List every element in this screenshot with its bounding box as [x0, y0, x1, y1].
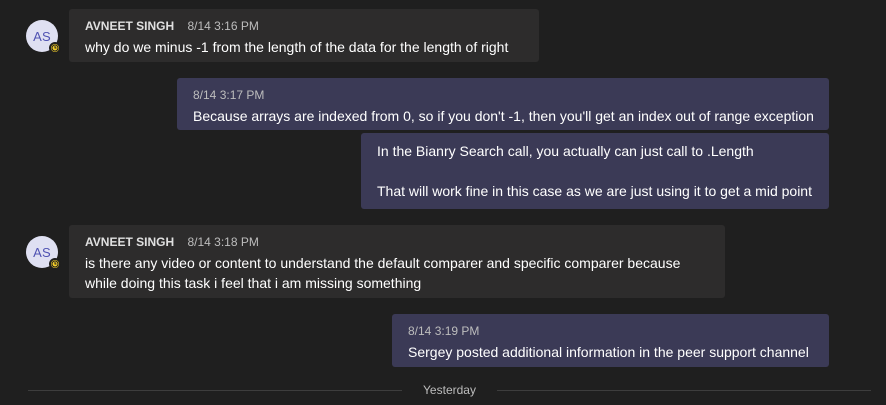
message-author[interactable]: AVNEET SINGH [85, 235, 174, 249]
message-text: Sergey posted additional information in … [408, 344, 809, 360]
avatar[interactable]: AS [26, 236, 61, 270]
message-text: why do we minus -1 from the length of th… [85, 39, 509, 55]
message-meta: AVNEET SINGH 8/14 3:18 PM [85, 234, 709, 250]
avatar[interactable]: AS [26, 20, 61, 54]
clock-away-icon [49, 42, 61, 54]
message-bubble[interactable]: AVNEET SINGH 8/14 3:16 PM why do we minu… [69, 9, 539, 62]
date-divider: Yesterday [28, 383, 871, 397]
avatar-initials: AS [33, 244, 51, 260]
message-text-line: is there any video or content to underst… [85, 255, 681, 271]
message-timestamp: 8/14 3:17 PM [193, 88, 265, 102]
message-meta: AVNEET SINGH 8/14 3:16 PM [85, 18, 523, 34]
message-bubble[interactable]: AVNEET SINGH 8/14 3:18 PM is there any v… [69, 225, 725, 298]
message-text-line: That will work fine in this case as we a… [377, 183, 812, 199]
avatar-initials: AS [33, 28, 51, 44]
message-timestamp: 8/14 3:19 PM [408, 324, 480, 338]
message-bubble[interactable]: 8/14 3:17 PM Because arrays are indexed … [177, 78, 829, 130]
message-timestamp: 8/14 3:18 PM [187, 235, 259, 249]
message-text-line: In the Bianry Search call, you actually … [377, 143, 754, 159]
message-bubble[interactable]: In the Bianry Search call, you actually … [361, 133, 829, 209]
message-meta: 8/14 3:17 PM [193, 87, 813, 103]
chat-thread: AS AVNEET SINGH 8/14 3:16 PM why do we m… [0, 0, 886, 405]
message-text-line: while doing this task i feel that i am m… [85, 275, 422, 291]
message-timestamp: 8/14 3:16 PM [187, 19, 259, 33]
message-meta: 8/14 3:19 PM [408, 323, 813, 339]
message-text: Because arrays are indexed from 0, so if… [193, 108, 814, 124]
message-author[interactable]: AVNEET SINGH [85, 19, 174, 33]
clock-away-icon [49, 258, 61, 270]
date-divider-label: Yesterday [423, 383, 476, 397]
message-bubble[interactable]: 8/14 3:19 PM Sergey posted additional in… [392, 314, 829, 367]
